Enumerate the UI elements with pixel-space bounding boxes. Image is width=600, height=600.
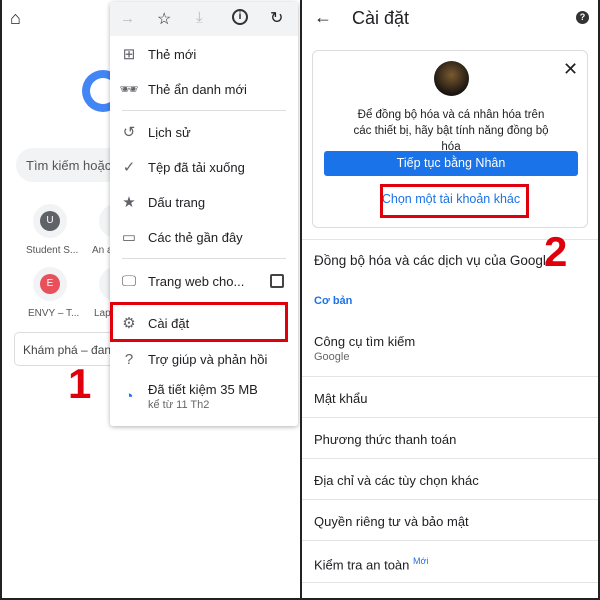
help-icon: ? — [124, 350, 134, 368]
close-icon[interactable]: ✕ — [563, 59, 578, 80]
settings-panel: ← Cài đặt ? ✕ Để đồng bộ hóa và cá nhân … — [300, 0, 600, 600]
menu-label: Trợ giúp và phản hồi — [148, 351, 268, 367]
shortcut-student[interactable]: U — [33, 204, 67, 238]
menu-toolbar: → ☆ ⤓ i ↻ — [110, 2, 298, 36]
step-number: 1 — [68, 360, 92, 407]
shortcut-letter: E — [40, 274, 60, 294]
speedometer-icon: ◔ — [124, 388, 134, 405]
bookmark-star-icon: ★ — [122, 194, 136, 211]
downloads-icon: ✓ — [122, 159, 136, 176]
reload-icon[interactable]: ↻ — [270, 8, 283, 28]
divider — [302, 540, 598, 541]
section-header: Cơ bản — [314, 295, 353, 307]
sync-services-item[interactable]: Đồng bộ hóa và các dịch vụ của Google — [314, 253, 553, 268]
safety-check-item[interactable]: Kiểm tra an toàn Mới — [314, 556, 428, 572]
incognito-icon: 🕶 — [119, 81, 139, 98]
menu-item-desktop-site[interactable]: 🖵 Trang web cho... — [110, 264, 298, 298]
passwords-item[interactable]: Mật khẩu — [314, 391, 367, 406]
new-tab-icon: ⊞ — [122, 46, 136, 63]
menu-item-recent-tabs[interactable]: ▭ Các thẻ gần đây — [110, 220, 298, 254]
menu-label: Tệp đã tải xuống — [148, 159, 245, 175]
divider — [302, 458, 598, 459]
sync-description: Để đồng bộ hóa và cá nhân hóa trên các t… — [353, 109, 549, 153]
item-label: Công cụ tìm kiếm — [314, 334, 416, 349]
divider — [122, 110, 286, 111]
new-badge: Mới — [413, 556, 429, 566]
divider — [302, 499, 598, 500]
savings-subtitle: kể từ 11 Th2 — [148, 399, 210, 411]
highlight-box — [110, 302, 288, 342]
shortcut-letter: U — [40, 211, 60, 231]
menu-label: Trang web cho... — [148, 273, 245, 289]
chrome-new-tab-panel: ⌂ Tìm kiếm hoặc U Student S... An a E EN… — [0, 0, 300, 600]
download-icon[interactable]: ⤓ — [196, 9, 203, 26]
highlight-box — [380, 184, 529, 218]
menu-item-downloads[interactable]: ✓ Tệp đã tải xuống — [110, 150, 298, 184]
menu-label: Dấu trang — [148, 194, 206, 210]
menu-item-history[interactable]: ↺ Lịch sử — [110, 115, 298, 149]
home-icon[interactable]: ⌂ — [10, 8, 21, 29]
item-value: Google — [314, 351, 350, 363]
menu-label: Thẻ mới — [148, 46, 197, 62]
menu-label: Thẻ ẩn danh mới — [148, 81, 247, 97]
search-engine-item[interactable]: Công cụ tìm kiếm Google — [314, 334, 415, 363]
divider — [302, 417, 598, 418]
info-icon[interactable]: i — [232, 9, 248, 25]
savings-title: Đã tiết kiệm 35 MB — [148, 382, 258, 397]
menu-item-incognito[interactable]: 🕶 Thẻ ẩn danh mới — [110, 72, 298, 106]
back-arrow-icon[interactable]: ← — [314, 7, 332, 28]
forward-icon[interactable]: → — [120, 10, 135, 27]
addresses-item[interactable]: Địa chỉ và các tùy chọn khác — [314, 473, 479, 488]
divider — [302, 582, 598, 583]
chrome-menu: → ☆ ⤓ i ↻ ⊞ Thẻ mới 🕶 Thẻ ẩn danh mới ↺ Lịc… — [110, 2, 298, 426]
menu-item-new-tab[interactable]: ⊞ Thẻ mới — [110, 37, 298, 71]
shortcut-envy[interactable]: E — [33, 267, 67, 301]
devices-icon: ▭ — [121, 229, 137, 246]
step-number: 2 — [544, 228, 568, 275]
desktop-site-checkbox[interactable] — [270, 274, 284, 288]
help-icon[interactable]: ? — [576, 11, 589, 24]
shortcut-label: Student S... — [26, 245, 79, 256]
monitor-icon: 🖵 — [121, 272, 137, 290]
item-label: Kiểm tra an toàn — [314, 557, 410, 573]
payment-methods-item[interactable]: Phương thức thanh toán — [314, 432, 456, 447]
star-icon[interactable]: ☆ — [157, 9, 171, 29]
page-title: Cài đặt — [352, 8, 410, 28]
avatar — [434, 61, 469, 96]
menu-item-bookmarks[interactable]: ★ Dấu trang — [110, 185, 298, 219]
menu-label: Lịch sử — [148, 124, 191, 140]
menu-item-data-saver[interactable]: ◔ Đã tiết kiệm 35 MB kể từ 11 Th2 — [110, 382, 298, 420]
divider — [302, 376, 598, 377]
divider — [122, 258, 286, 259]
privacy-item[interactable]: Quyền riêng tư và bảo mật — [314, 514, 469, 529]
shortcut-label: ENVY – T... — [28, 308, 80, 319]
menu-item-help[interactable]: ? Trợ giúp và phản hồi — [110, 342, 298, 376]
shortcut-label: Lap — [94, 308, 111, 319]
menu-label: Các thẻ gần đây — [148, 229, 243, 245]
history-icon: ↺ — [122, 124, 136, 141]
continue-button[interactable]: Tiếp tục bằng Nhân — [324, 151, 578, 176]
